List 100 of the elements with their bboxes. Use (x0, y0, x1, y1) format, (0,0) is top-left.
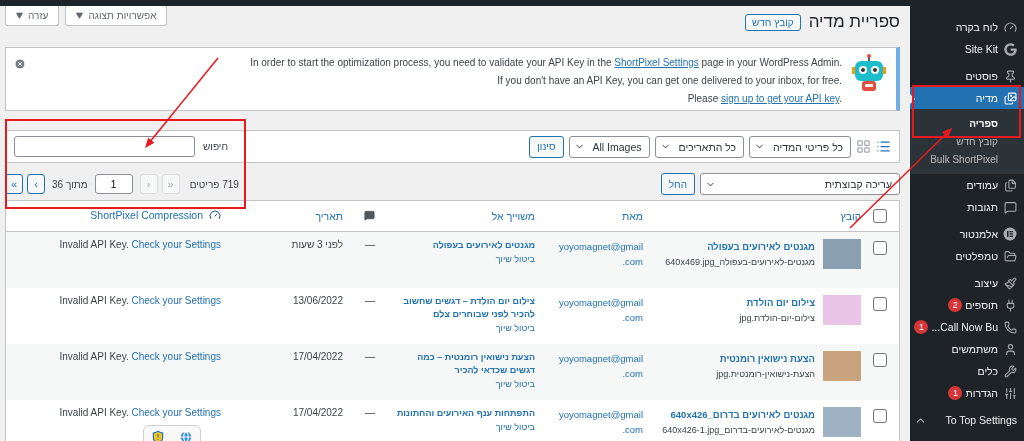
detach-link[interactable]: ביטול שיוך (391, 421, 535, 432)
attached-post-link[interactable]: התפתחות ענף האירועים והחתונות (391, 406, 535, 420)
file-name: מגנטים-לאירועים-בדרום_640x426-1.jpg (662, 424, 815, 435)
row-checkbox[interactable] (873, 408, 887, 423)
column-header[interactable]: קובץ (840, 210, 861, 222)
close-icon[interactable] (14, 58, 26, 70)
row-checkbox[interactable] (873, 241, 887, 255)
comment-count: — (365, 239, 375, 250)
robot-icon (852, 54, 886, 94)
elementor-icon (1003, 227, 1017, 241)
author-link[interactable]: yoyomagnet@gmail.com (551, 294, 643, 325)
submenu-item[interactable]: קובץ חדש (910, 132, 1024, 150)
attached-post-link[interactable]: הצעת נישואין רומנטית – כמה דגשים שכדאי להכיר (391, 350, 535, 377)
screen-meta-tab[interactable]: עזרה (5, 6, 60, 26)
filter-select[interactable]: כל התאריכים (654, 135, 745, 158)
sidebar-item[interactable]: כלים (910, 360, 1024, 382)
file-title-link[interactable]: צילום יום הולדת (739, 296, 815, 308)
globe-icon[interactable] (179, 430, 193, 441)
page-input[interactable]: 1 (94, 174, 133, 194)
date-text: 13/06/2022 (292, 294, 343, 306)
count-badge: 2 (948, 298, 963, 312)
bulk-action-select[interactable]: עריכה קבוצתית (700, 173, 900, 195)
search-field[interactable] (14, 136, 195, 157)
photo-placeholder (823, 294, 861, 325)
select-all-checkbox[interactable] (873, 209, 887, 223)
submenu-item[interactable]: ספריה (910, 114, 1024, 132)
sidebar-item[interactable]: עמודים (910, 174, 1024, 196)
wrench-icon (1004, 364, 1017, 378)
sidebar-item[interactable]: לוח בקרה (910, 16, 1024, 38)
column-header[interactable]: משוייך אל (491, 210, 535, 222)
sidebar-item[interactable]: משתמשים (910, 338, 1024, 360)
row-checkbox[interactable] (873, 352, 887, 367)
list-view-icon[interactable] (876, 139, 891, 154)
settings-link[interactable]: Check your Settings (131, 350, 221, 362)
file-title-link[interactable]: מגנטים לאירועים בעפולה (665, 241, 815, 252)
column-header[interactable]: מאת (621, 210, 643, 222)
sidebar-item[interactable]: מדיה (910, 87, 1024, 109)
settings-link[interactable]: Check your Settings (131, 239, 221, 250)
item-count: 719 פריטים (189, 178, 239, 190)
screen-meta-tab[interactable]: אפשרויות תצוגה (65, 6, 168, 26)
google-icon (1004, 42, 1017, 56)
sidebar-item[interactable]: תוספים (962, 294, 1024, 316)
settings-link[interactable]: Check your Settings (131, 406, 221, 418)
pin-icon (1004, 69, 1017, 83)
filter-select[interactable]: כל פריטי המדיה (749, 135, 851, 158)
sidebar-item[interactable]: פוסטים (910, 65, 1024, 87)
compression-status: Invalid API Key. Check your Settings (58, 239, 221, 250)
detach-link[interactable]: ביטול שיוך (391, 322, 535, 333)
file-title-link[interactable]: מגנטים לאירועים בדרום_640x426 (662, 408, 815, 420)
page-title: ספריית מדיה (808, 12, 900, 32)
phone-icon (1004, 320, 1017, 334)
date-text: 17/04/2022 (292, 350, 343, 362)
apply-button[interactable]: החל (660, 173, 695, 195)
comment-count: — (365, 294, 375, 306)
file-name: מגנטים-לאירועים-בעפולה_640x469.jpg (665, 257, 815, 267)
sliders-icon (1004, 386, 1017, 400)
count-badge: 1 (914, 320, 929, 334)
folder-icon (1004, 249, 1017, 263)
count-badge: 1 (948, 386, 963, 400)
plug-icon (1004, 298, 1017, 312)
sidebar-item[interactable]: תגובות (910, 196, 1024, 218)
grid-view-icon[interactable] (856, 139, 871, 154)
detach-link[interactable]: ביטול שיוך (391, 254, 535, 265)
settings-link[interactable]: Check your Settings (131, 294, 221, 306)
notice-link[interactable]: ShortPixel Settings (614, 57, 699, 68)
notice-text: Please sign up to get your API key. (686, 93, 842, 104)
shield-warning-icon[interactable] (151, 430, 165, 441)
sidebar-item[interactable]: הגדרות (962, 382, 1024, 404)
compression-status: Invalid API Key. Check your Settings (58, 294, 221, 306)
filter-button[interactable]: סינון (529, 135, 564, 158)
author-link[interactable]: yoyomagnet@gmail.com (551, 406, 643, 437)
file-title-link[interactable]: הצעת נישואין רומנטית (716, 352, 815, 364)
comment-icon (1004, 200, 1017, 214)
page-button[interactable]: › (27, 174, 45, 194)
sidebar-item[interactable]: To Top Settings (910, 409, 1024, 431)
filter-select[interactable]: All Images (568, 135, 650, 158)
author-link[interactable]: yoyomagnet@gmail.com (551, 239, 643, 270)
row-checkbox[interactable] (873, 296, 887, 311)
sidebar-item[interactable]: טמפלטים (910, 245, 1024, 267)
file-name: צילום-יום-הולדת.jpg (739, 312, 815, 323)
sidebar-item[interactable]: עיצוב (910, 272, 1024, 294)
media-icon (1004, 91, 1017, 105)
compression-status: Invalid API Key. Check your Settings (58, 406, 221, 418)
add-new-button[interactable]: קובץ חדש (744, 14, 801, 31)
author-link[interactable]: yoyomagnet@gmail.com (551, 350, 643, 381)
column-header[interactable]: ShortPixel Compression (90, 209, 221, 221)
sidebar-item[interactable]: אלמנטור (910, 223, 1024, 245)
submenu-item[interactable]: Bulk ShortPixel (910, 150, 1024, 168)
attached-post-link[interactable]: צילום יום הולדת – דגשים שחשוב להכיר לפני שבוחרים צלם (391, 294, 535, 321)
file-name: הצעת-נישואין-רומנטית.jpg (716, 368, 815, 379)
column-header[interactable]: תאריך (315, 210, 343, 222)
attached-post-link[interactable]: מגנטים לאירועים בעפולה (391, 239, 535, 253)
pages-icon (1004, 178, 1017, 192)
detach-link[interactable]: ביטול שיוך (391, 378, 535, 389)
sidebar-item[interactable]: Site Kit (910, 38, 1024, 60)
sidebar-item[interactable]: Call Now Bu... (928, 316, 1024, 338)
notice-text: In order to start the optimization process, you need to validate your API Key in the ShortPixel Settings page in your WordPress Admin. (249, 57, 842, 68)
photo-placeholder (823, 406, 861, 437)
compression-status: Invalid API Key. Check your Settings (58, 350, 221, 362)
gauge-icon (209, 209, 221, 221)
